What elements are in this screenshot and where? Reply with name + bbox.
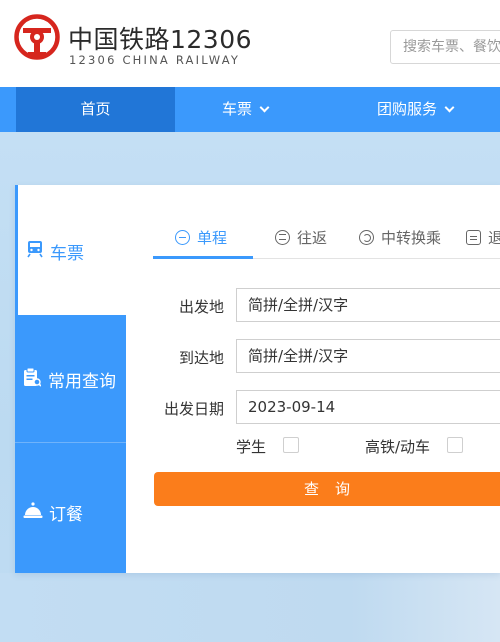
tab-label: 中转换乘 [381,229,442,247]
site-header: 中国铁路12306 12306 CHINA RAILWAY 搜索车票、餐饮 [0,0,500,87]
sidebar-item-meal-order[interactable]: 订餐 [15,443,126,573]
tab-one-way[interactable]: 单程 [175,223,227,259]
nav-item-group-services[interactable]: 团购服务 [350,87,480,132]
active-tab-indicator [153,256,253,259]
date-label: 出发日期 [163,400,224,418]
transfer-icon [359,230,374,245]
sidebar: 车票 常用查询 订餐 [15,185,126,573]
tab-transfer[interactable]: 中转换乘 [359,223,441,259]
tab-round-trip[interactable]: 往返 [275,223,327,259]
sidebar-item-common-queries[interactable]: 常用查询 [15,315,126,442]
nav-item-label: 团购服务 [376,100,437,118]
from-station-input[interactable]: 简拼/全拼/汉字 [236,288,500,322]
query-button[interactable]: 查询 [154,472,500,506]
round-trip-icon [275,230,290,245]
china-railway-logo-icon[interactable] [14,14,60,60]
sidebar-item-tickets[interactable]: 车票 [15,185,126,315]
tab-label: 单程 [197,229,228,247]
from-label: 出发地 [178,298,224,316]
nav-item-tickets[interactable]: 车票 [175,87,315,132]
student-label: 学生 [236,438,267,456]
sidebar-item-label: 车票 [50,244,84,264]
one-way-icon [175,230,190,245]
to-label: 到达地 [178,349,224,367]
tab-refund[interactable]: 退 [466,223,500,259]
nav-item-label: 首页 [80,100,111,118]
ticket-booking-panel: 车票 常用查询 订餐 单程 往返 中转换乘 退 出发地 简拼/全拼/汉字 到达地… [15,185,500,573]
refund-icon [466,230,481,245]
search-input[interactable]: 搜索车票、餐饮 [390,30,500,64]
train-icon [27,241,43,258]
student-checkbox[interactable] [283,437,299,453]
high-speed-label: 高铁/动车 [365,438,431,456]
sidebar-item-label: 订餐 [49,505,83,525]
departure-date-input[interactable]: 2023-09-14 [236,390,500,424]
brand-subtitle: 12306 CHINA RAILWAY [69,53,241,67]
main-nav: 首页 车票 团购服务 [0,87,500,132]
food-cloche-icon [23,502,43,518]
trip-type-tabs: 单程 往返 中转换乘 退 [153,223,500,259]
nav-item-home[interactable]: 首页 [16,87,175,132]
chevron-down-icon [259,102,270,113]
high-speed-checkbox[interactable] [447,437,463,453]
nav-item-label: 车票 [221,100,252,118]
tab-label: 退 [488,229,500,247]
brand-title[interactable]: 中国铁路12306 [68,20,252,56]
banner-floor [0,573,500,642]
tab-label: 往返 [297,229,328,247]
clipboard-icon [24,367,41,387]
sidebar-item-label: 常用查询 [48,372,116,392]
to-station-input[interactable]: 简拼/全拼/汉字 [236,339,500,373]
chevron-down-icon [444,102,455,113]
